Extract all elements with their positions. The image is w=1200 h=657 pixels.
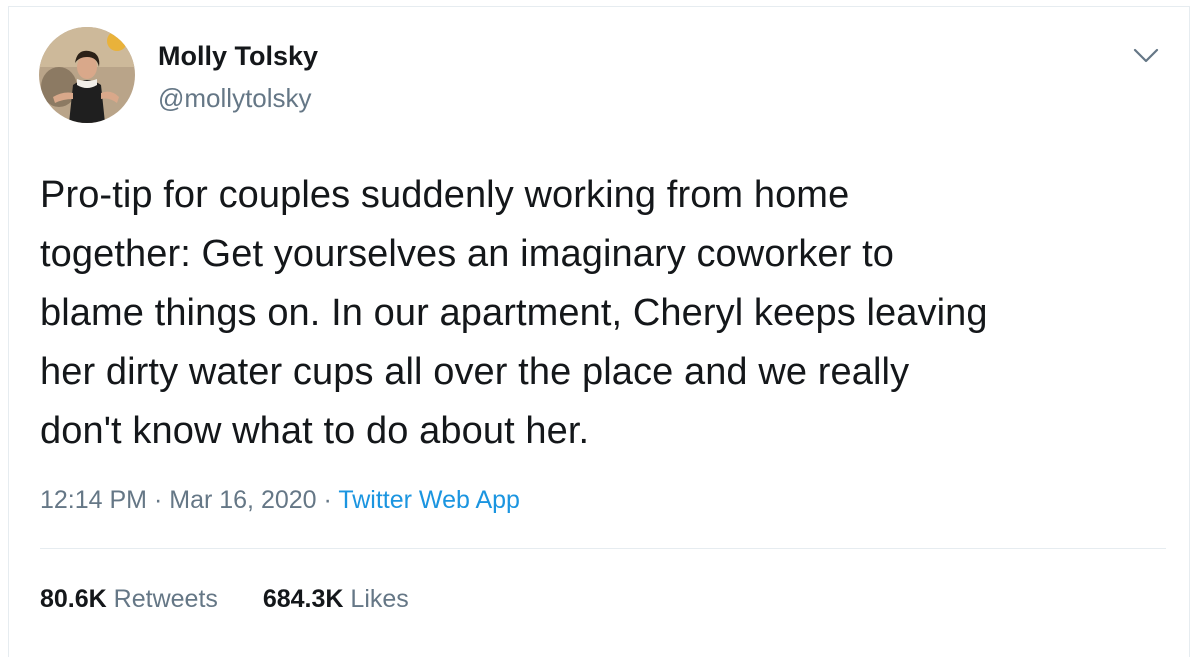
likes-stat[interactable]: 684.3K Likes (263, 585, 409, 614)
author-display-name[interactable]: Molly Tolsky (158, 41, 318, 72)
likes-label: Likes (350, 585, 409, 613)
avatar[interactable] (39, 27, 135, 123)
meta-separator: · (153, 486, 163, 514)
divider (40, 548, 1166, 549)
tweet-stats: 80.6K Retweets 684.3K Likes (40, 585, 409, 614)
retweets-label: Retweets (113, 585, 218, 613)
tweet-card: Molly Tolsky @mollytolsky Pro-tip for co… (8, 6, 1190, 657)
tweet-source-link[interactable]: Twitter Web App (338, 486, 520, 514)
likes-count: 684.3K (262, 585, 344, 613)
tweet-date[interactable]: Mar 16, 2020 (169, 486, 316, 514)
tweet-text: Pro-tip for couples suddenly working fro… (40, 174, 988, 452)
meta-separator: · (323, 486, 332, 514)
retweets-count: 80.6K (40, 585, 107, 613)
avatar-photo (39, 27, 135, 123)
tweet-time[interactable]: 12:14 PM (40, 486, 147, 514)
author-handle[interactable]: @mollytolsky (158, 83, 312, 114)
retweets-stat[interactable]: 80.6K Retweets (40, 585, 218, 614)
chevron-down-icon[interactable] (1128, 40, 1164, 70)
tweet-metadata: 12:14 PM · Mar 16, 2020 · Twitter Web Ap… (40, 486, 520, 515)
